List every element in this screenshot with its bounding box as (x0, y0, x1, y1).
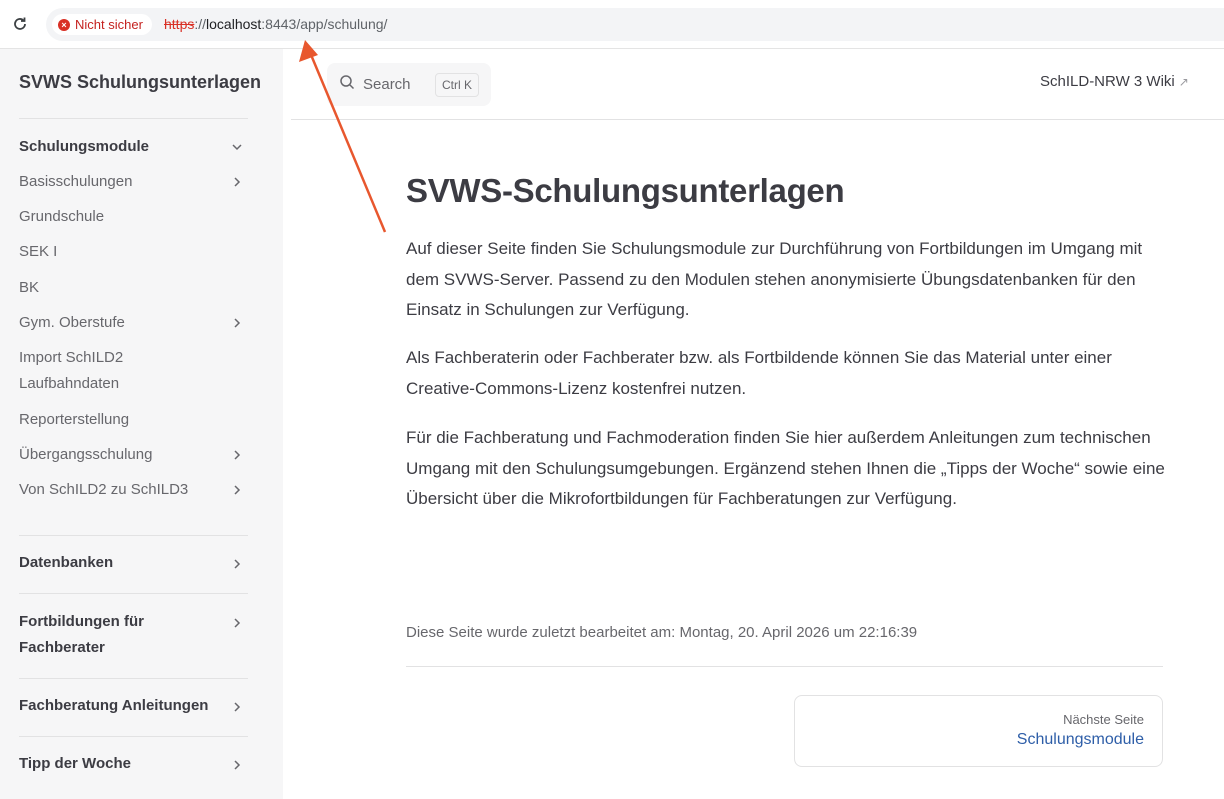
chevron-right-icon[interactable] (228, 614, 246, 632)
divider (19, 678, 248, 679)
url-text[interactable]: https://localhost:8443/app/schulung/ (164, 16, 387, 32)
sidebar-item-grundschule[interactable]: Grundschule (19, 204, 104, 230)
sidebar: SVWS Schulungsunterlagen Schulungsmodule… (0, 49, 283, 799)
browser-toolbar: × Nicht sicher https://localhost:8443/ap… (0, 0, 1224, 49)
sidebar-item-von-schild2-zu-schild3[interactable]: Von SchILD2 zu SchILD3 (19, 477, 188, 503)
sidebar-item-reporterstellung[interactable]: Reporterstellung (19, 407, 129, 433)
address-bar[interactable]: × Nicht sicher https://localhost:8443/ap… (46, 8, 1224, 41)
nav-group-datenbanken[interactable]: Datenbanken (19, 550, 113, 576)
next-page-desc: Nächste Seite (1063, 712, 1144, 727)
site-title[interactable]: SVWS Schulungsunterlagen (19, 72, 261, 93)
nav-group-fachberatung-anleitungen[interactable]: Fachberatung Anleitungen (19, 693, 208, 719)
chevron-right-icon[interactable] (228, 698, 246, 716)
sidebar-item-basisschulungen[interactable]: Basisschulungen (19, 169, 132, 195)
wiki-link-label: SchILD-NRW 3 Wiki (1040, 73, 1175, 90)
url-host: localhost (206, 16, 262, 32)
chevron-right-icon[interactable] (228, 555, 246, 573)
chevron-right-icon[interactable] (228, 756, 246, 774)
error-circle-icon: × (58, 18, 70, 31)
footer-divider (406, 666, 1163, 667)
sidebar-item-uebergangsschulung[interactable]: Übergangsschulung (19, 442, 152, 468)
url-separator: :// (194, 16, 207, 32)
guidance-paragraph: Für die Fachberatung und Fachmoderation … (406, 428, 1165, 509)
divider (19, 593, 248, 594)
search-label: Search (363, 76, 411, 93)
nav-group-tipp-der-woche[interactable]: Tipp der Woche (19, 751, 131, 777)
nav-group-fortbildungen[interactable]: Fortbildungen für Fachberater (19, 609, 189, 661)
search-icon (339, 74, 355, 95)
security-label: Nicht sicher (75, 17, 143, 32)
last-updated: Diese Seite wurde zuletzt bearbeitet am:… (406, 624, 918, 641)
url-path: :8443/app/schulung/ (261, 16, 388, 32)
next-page-title: Schulungsmodule (1016, 731, 1144, 748)
sidebar-item-import-schild2[interactable]: Import SchILD2 Laufbahndaten (19, 345, 179, 397)
chevron-right-icon[interactable] (228, 173, 246, 191)
sidebar-item-gym-oberstufe[interactable]: Gym. Oberstufe (19, 310, 125, 336)
sidebar-item-bk[interactable]: BK (19, 275, 39, 301)
chevron-down-icon[interactable] (228, 138, 246, 156)
security-indicator[interactable]: × Nicht sicher (52, 14, 152, 35)
sidebar-item-sek-i[interactable]: SEK I (19, 239, 57, 265)
reload-icon[interactable] (10, 14, 30, 34)
chevron-right-icon[interactable] (228, 446, 246, 464)
search-button[interactable]: Search Ctrl K (327, 63, 491, 106)
license-paragraph: Als Fachberaterin oder Fachberater bzw. … (406, 348, 1112, 398)
chevron-right-icon[interactable] (228, 314, 246, 332)
nav-group-schulungsmodule[interactable]: Schulungsmodule (19, 134, 149, 160)
next-page-link[interactable]: Nächste Seite Schulungsmodule (794, 695, 1163, 767)
divider (19, 118, 248, 119)
chevron-right-icon[interactable] (228, 481, 246, 499)
external-link-icon: ↗ (1178, 75, 1189, 89)
intro-paragraph: Auf dieser Seite finden Sie Schulungsmod… (406, 239, 1143, 320)
search-shortcut: Ctrl K (435, 73, 479, 97)
url-scheme: https (164, 16, 195, 32)
wiki-link[interactable]: SchILD-NRW 3 Wiki ↗ (1040, 73, 1189, 90)
divider (19, 736, 248, 737)
divider (19, 535, 248, 536)
page-title: SVWS-Schulungsunterlagen (406, 172, 845, 209)
header-divider (291, 119, 1224, 120)
